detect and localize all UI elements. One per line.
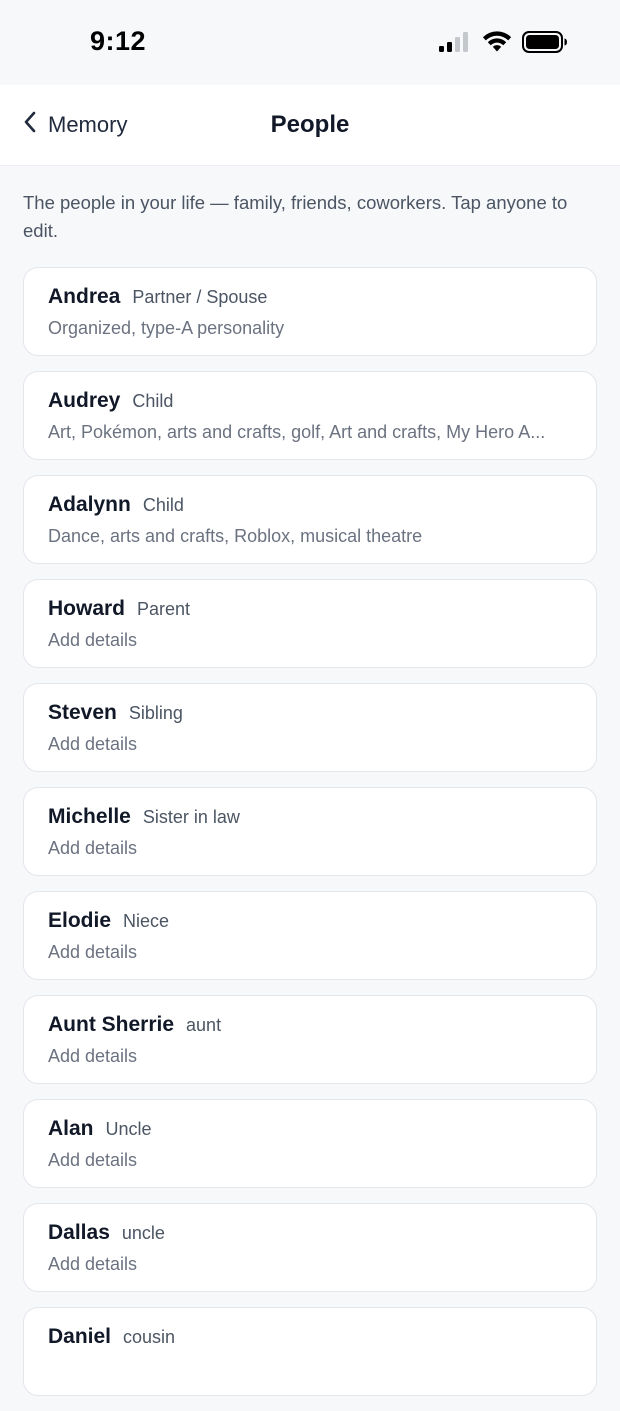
person-details: Dance, arts and crafts, Roblox, musical … (48, 526, 423, 546)
intro-text: The people in your life — family, friend… (23, 192, 568, 241)
person-name: Michelle (48, 805, 131, 828)
person-name: Howard (48, 597, 126, 620)
person-name: Elodie (48, 909, 112, 932)
status-bar: 9:12 (0, 0, 620, 85)
person-relation: Child (132, 391, 174, 411)
person-card-steven[interactable]: Steven Sibling Add details (23, 683, 597, 772)
person-card-howard[interactable]: Howard Parent Add details (23, 579, 597, 668)
battery-icon (522, 30, 568, 59)
status-time: 9:12 (90, 26, 147, 56)
person-relation: Child (142, 495, 184, 515)
person-card-aunt-sherrie[interactable]: Aunt Sherrie aunt Add details (23, 995, 597, 1084)
person-relation: uncle (121, 1223, 165, 1243)
people-list: Andrea Partner / Spouse Organized, type-… (23, 267, 597, 1411)
person-relation: Sibling (128, 703, 183, 723)
person-card-dallas[interactable]: Dallas uncle Add details (23, 1203, 597, 1292)
nav-bar: People Memory (0, 85, 620, 166)
wifi-icon (482, 31, 512, 58)
person-details: Add details (48, 838, 138, 858)
person-details: Add details (48, 1046, 138, 1066)
person-card-andrea[interactable]: Andrea Partner / Spouse Organized, type-… (23, 267, 597, 356)
person-name: Adalynn (48, 493, 131, 516)
person-relation: Partner / Spouse (132, 287, 268, 307)
back-label: Memory (48, 111, 128, 137)
person-relation: Uncle (105, 1119, 152, 1139)
chevron-left-icon (22, 109, 40, 140)
person-details: Art, Pokémon, arts and crafts, golf, Art… (48, 422, 546, 442)
person-details: Add details (48, 630, 138, 650)
person-relation: cousin (123, 1327, 176, 1347)
person-name: Audrey (48, 389, 121, 412)
person-details: Add details (48, 1254, 138, 1274)
person-relation: Parent (137, 599, 191, 619)
person-relation: aunt (186, 1015, 222, 1035)
person-card-adalynn[interactable]: Adalynn Child Dance, arts and crafts, Ro… (23, 475, 597, 564)
person-name: Aunt Sherrie (48, 1013, 175, 1036)
person-name: Dallas (48, 1221, 110, 1244)
cellular-signal-icon (438, 31, 472, 58)
person-name: Daniel (48, 1325, 112, 1348)
person-name: Andrea (48, 285, 121, 308)
person-relation: Niece (123, 911, 170, 931)
person-card-alan[interactable]: Alan Uncle Add details (23, 1099, 597, 1188)
person-name: Alan (48, 1117, 94, 1140)
person-details: Organized, type-A personality (48, 318, 285, 338)
person-details: Add details (48, 734, 138, 754)
person-relation: Sister in law (142, 807, 240, 827)
person-details: Add details (48, 1150, 138, 1170)
back-button[interactable]: Memory (22, 109, 127, 140)
person-card-elodie[interactable]: Elodie Niece Add details (23, 891, 597, 980)
person-details: Add details (48, 942, 138, 962)
person-card-daniel[interactable]: Daniel cousin (23, 1307, 597, 1396)
person-card-michelle[interactable]: Michelle Sister in law Add details (23, 787, 597, 876)
person-name: Steven (48, 701, 117, 724)
person-card-audrey[interactable]: Audrey Child Art, Pokémon, arts and craf… (23, 371, 597, 460)
status-icons (438, 30, 568, 59)
